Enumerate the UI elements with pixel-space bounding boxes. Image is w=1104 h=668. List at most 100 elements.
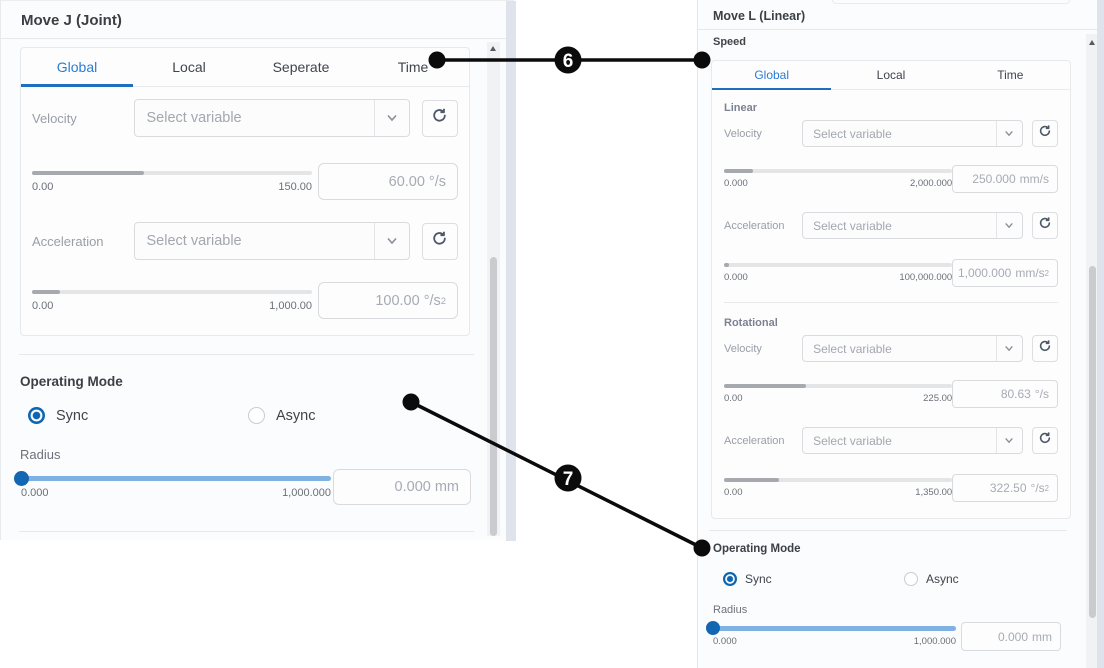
- chevron-down-icon[interactable]: [374, 100, 409, 136]
- scroll-up-icon[interactable]: [1089, 40, 1095, 45]
- velocity-variable-select[interactable]: Select variable: [134, 99, 410, 137]
- outer-scrollbar-track[interactable]: [1097, 0, 1104, 668]
- panel-title-move-l: Move L (Linear): [698, 0, 1104, 29]
- slider-min-label: 0.000: [713, 636, 737, 647]
- acceleration-slider-row: 0.00 1,000.00 100.00°/s2: [32, 282, 458, 319]
- acceleration-slider[interactable]: [724, 478, 952, 482]
- scrolled-card-edge: [832, 0, 1070, 4]
- tab-global[interactable]: Global: [712, 61, 831, 89]
- refresh-icon: [431, 107, 448, 129]
- acceleration-variable-select[interactable]: Select variable: [134, 222, 410, 260]
- radio-async[interactable]: Async: [904, 572, 1085, 586]
- section-divider: [19, 531, 474, 532]
- radio-async-label: Async: [276, 408, 316, 424]
- callout-number: 7: [563, 469, 574, 490]
- acceleration-slider[interactable]: [724, 263, 952, 267]
- operating-mode-heading: Operating Mode: [713, 543, 1104, 555]
- refresh-icon: [431, 230, 448, 252]
- acceleration-value-input[interactable]: 100.00°/s2: [318, 282, 458, 319]
- speed-card: Global Local Time Linear Velocity Select…: [711, 60, 1071, 519]
- tab-global[interactable]: Global: [21, 48, 133, 86]
- section-divider: [709, 530, 1067, 531]
- scrollbar-thumb[interactable]: [490, 257, 497, 536]
- refresh-button[interactable]: [1032, 120, 1058, 147]
- operating-mode-options: Sync Async: [723, 572, 1104, 586]
- slider-max-label: 1,000.00: [269, 300, 312, 312]
- refresh-button[interactable]: [422, 223, 459, 260]
- chevron-down-icon[interactable]: [996, 428, 1022, 453]
- refresh-button[interactable]: [422, 100, 459, 137]
- left-scrollbar[interactable]: [487, 42, 500, 536]
- radio-sync[interactable]: Sync: [28, 407, 248, 424]
- scroll-up-icon[interactable]: [490, 46, 496, 51]
- radius-slider[interactable]: [713, 626, 956, 631]
- tab-local[interactable]: Local: [831, 61, 950, 89]
- title-divider: [698, 29, 1104, 30]
- velocity-value-input[interactable]: 250.000mm/s: [952, 165, 1058, 193]
- select-placeholder: Select variable: [803, 127, 996, 141]
- select-placeholder: Select variable: [803, 342, 996, 356]
- outer-scrollbar-track[interactable]: [506, 1, 516, 541]
- refresh-button[interactable]: [1032, 335, 1058, 362]
- tab-time[interactable]: Time: [951, 61, 1070, 89]
- acceleration-label: Acceleration: [724, 220, 802, 232]
- acceleration-row: Acceleration Select variable: [32, 222, 458, 260]
- select-placeholder: Select variable: [135, 110, 374, 126]
- move-j-panel: Move J (Joint) Global Local Seperate Tim…: [0, 0, 514, 540]
- rotational-acceleration-slider-row: 0.00 1,350.00 322.50°/s2: [724, 474, 1058, 502]
- acceleration-variable-select[interactable]: Select variable: [802, 427, 1023, 454]
- refresh-icon: [1038, 124, 1052, 143]
- radius-slider[interactable]: [21, 476, 331, 481]
- scrollbar-thumb[interactable]: [1089, 266, 1096, 618]
- radius-slider-handle[interactable]: [14, 471, 29, 486]
- chevron-down-icon[interactable]: [996, 121, 1022, 146]
- radio-selected-icon: [723, 572, 737, 586]
- slider-max-label: 225.00: [923, 393, 952, 404]
- acceleration-value-input[interactable]: 322.50°/s2: [952, 474, 1058, 502]
- acceleration-label: Acceleration: [724, 435, 802, 447]
- refresh-button[interactable]: [1032, 427, 1058, 454]
- slider-max-label: 1,000.000: [914, 636, 956, 647]
- radius-slider-handle[interactable]: [706, 621, 720, 635]
- refresh-button[interactable]: [1032, 212, 1058, 239]
- radio-selected-icon: [28, 407, 45, 424]
- slider-max-label: 100,000.000: [899, 272, 952, 283]
- linear-acceleration-row: Acceleration Select variable: [724, 212, 1058, 239]
- velocity-variable-select[interactable]: Select variable: [802, 120, 1023, 147]
- radius-slider-row: 0.000 1,000.000 0.000mm: [713, 622, 1061, 651]
- velocity-variable-select[interactable]: Select variable: [802, 335, 1023, 362]
- slider-min-label: 0.000: [724, 178, 748, 189]
- radio-sync[interactable]: Sync: [723, 572, 904, 586]
- acceleration-value-input[interactable]: 1,000.000mm/s2: [952, 259, 1058, 287]
- chevron-down-icon[interactable]: [996, 213, 1022, 238]
- velocity-slider[interactable]: [724, 169, 952, 173]
- acceleration-variable-select[interactable]: Select variable: [802, 212, 1023, 239]
- velocity-slider[interactable]: [32, 171, 312, 175]
- velocity-value-input[interactable]: 80.63°/s: [952, 380, 1058, 408]
- tab-local[interactable]: Local: [133, 48, 245, 86]
- velocity-value-input[interactable]: 60.00°/s: [318, 163, 458, 200]
- linear-velocity-row: Velocity Select variable: [724, 120, 1058, 147]
- rotational-velocity-slider-row: 0.00 225.00 80.63°/s: [724, 380, 1058, 408]
- tab-time[interactable]: Time: [357, 48, 469, 86]
- panel-title-move-j: Move J (Joint): [1, 1, 514, 38]
- chevron-down-icon[interactable]: [996, 336, 1022, 361]
- section-divider: [19, 354, 474, 355]
- velocity-slider[interactable]: [724, 384, 952, 388]
- operating-mode-options: Sync Async: [28, 407, 471, 424]
- slider-max-label: 1,000.000: [282, 487, 331, 499]
- rotational-section-label: Rotational: [724, 317, 1058, 329]
- radius-value-input[interactable]: 0.000mm: [333, 469, 471, 505]
- select-placeholder: Select variable: [803, 434, 996, 448]
- slider-max-label: 1,350.00: [915, 487, 952, 498]
- acceleration-slider[interactable]: [32, 290, 312, 294]
- radio-async[interactable]: Async: [248, 407, 468, 424]
- slider-min-label: 0.00: [32, 300, 53, 312]
- radius-value-input[interactable]: 0.000mm: [961, 622, 1061, 651]
- radius-label: Radius: [20, 447, 471, 462]
- screen: Move J (Joint) Global Local Seperate Tim…: [0, 0, 1104, 668]
- tab-seperate[interactable]: Seperate: [245, 48, 357, 86]
- velocity-label: Velocity: [724, 128, 802, 140]
- chevron-down-icon[interactable]: [374, 223, 409, 259]
- callout-number-badge: [555, 47, 582, 74]
